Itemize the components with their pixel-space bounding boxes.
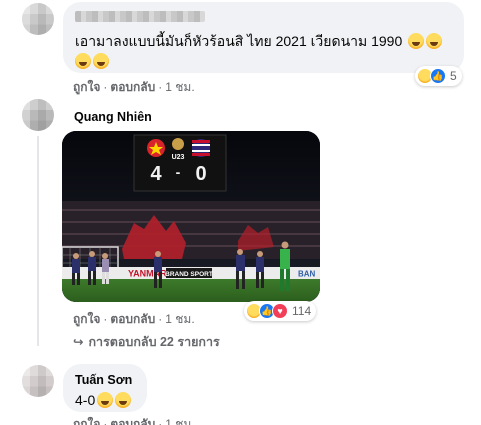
score-away: 0: [195, 163, 206, 185]
thread-line: [37, 136, 39, 346]
like-button[interactable]: ถูกใจ: [73, 417, 100, 425]
tournament-badge: U23: [172, 154, 185, 161]
reaction-count: 5: [450, 69, 457, 83]
like-button[interactable]: ถูกใจ: [73, 80, 100, 94]
timestamp[interactable]: 1 ชม.: [165, 417, 194, 425]
comment-1-text: เอามาลงแบบนี้มันก็หัวร้อนสิ ไทย 2021 เวี…: [75, 31, 452, 51]
laughing-emoji-icon: [93, 53, 109, 69]
comment-1-reactions[interactable]: 👍 5: [415, 66, 462, 86]
comment-2-reactions[interactable]: 👍 ♥ 114: [244, 301, 317, 321]
comment-3-bubble: Tuấn Sơn 4-0: [63, 364, 147, 412]
like-button[interactable]: ถูกใจ: [73, 312, 100, 326]
ad-board-middle: BRAND SPORT: [165, 271, 213, 278]
like-icon: 👍: [430, 68, 446, 84]
love-icon: ♥: [272, 303, 288, 319]
commenter-2-avatar[interactable]: [22, 99, 54, 131]
laughing-emoji-icon: [97, 392, 114, 408]
comment-3-actions: ถูกใจ · ตอบกลับ · 1 ชม.: [73, 416, 195, 425]
comment-1-actions: ถูกใจ · ตอบกลับ · 1 ชม.: [73, 80, 195, 94]
comment-3-author[interactable]: Tuấn Sơn: [75, 372, 135, 388]
timestamp[interactable]: 1 ชม.: [165, 80, 194, 94]
laughing-emoji-icon: [115, 392, 132, 408]
reply-button[interactable]: ตอบกลับ: [110, 312, 155, 326]
comment-2-photo[interactable]: U23 4 - 0 YANMAR BRAND SPORT BAN: [62, 131, 320, 302]
ad-board-right: BAN: [298, 270, 316, 279]
comment-2-author[interactable]: Quang Nhiên: [74, 109, 152, 125]
comment-2-actions: ถูกใจ · ตอบกลับ · 1 ชม.: [73, 312, 195, 326]
reply-arrow-icon: ↪: [73, 335, 84, 349]
commenter-1-avatar[interactable]: [22, 3, 54, 35]
score-separator: -: [176, 164, 181, 180]
comment-1-bubble: เอามาลงแบบนี้มันก็หัวร้อนสิ ไทย 2021 เวี…: [63, 2, 464, 73]
reaction-count: 114: [292, 304, 312, 318]
stadium-photo: U23 4 - 0 YANMAR BRAND SPORT BAN: [62, 131, 320, 302]
score-home: 4: [150, 163, 162, 185]
comment-1-text-line2: [75, 51, 452, 71]
comment-1-author-blurred[interactable]: [75, 11, 205, 22]
reply-button[interactable]: ตอบกลับ: [110, 417, 155, 425]
view-replies-link[interactable]: ↪ การตอบกลับ 22 รายการ: [73, 334, 220, 350]
laughing-emoji-icon: [426, 33, 443, 49]
reply-button[interactable]: ตอบกลับ: [110, 80, 155, 94]
laughing-emoji-icon: [408, 33, 425, 49]
laughing-emoji-icon: [75, 53, 91, 69]
commenter-3-avatar[interactable]: [22, 365, 54, 397]
timestamp[interactable]: 1 ชม.: [165, 312, 194, 326]
comment-3-text: 4-0: [75, 390, 135, 410]
